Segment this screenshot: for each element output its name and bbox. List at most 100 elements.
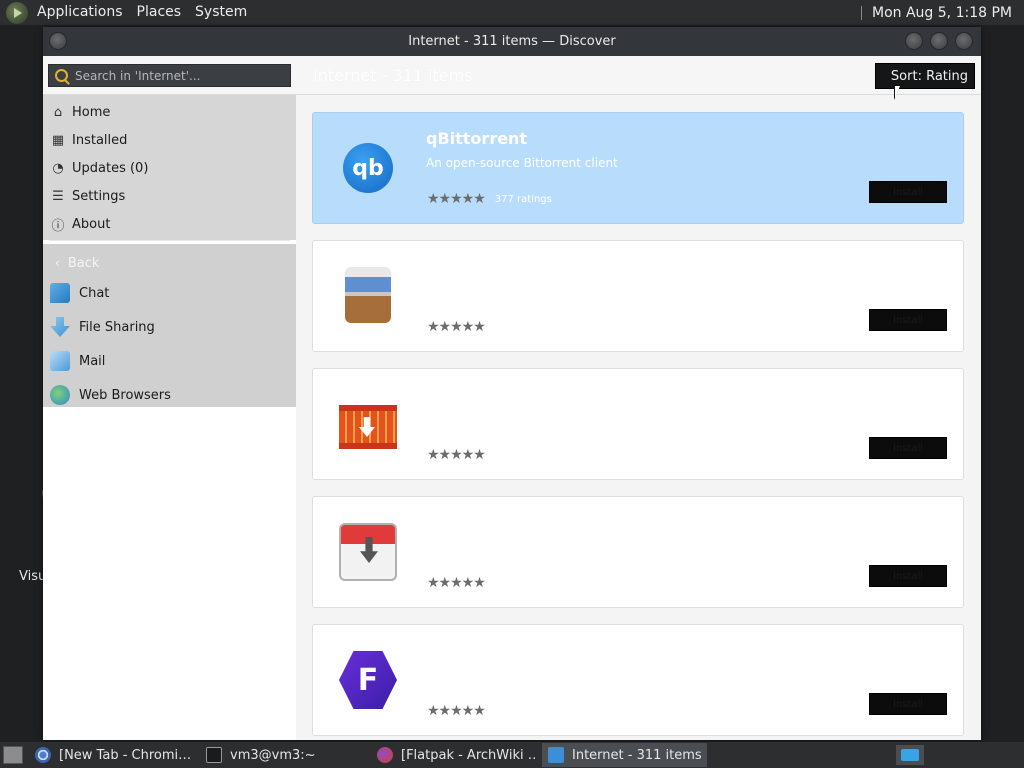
sidebar-item-about[interactable]: ⓘ About bbox=[43, 210, 296, 238]
taskbar-item-chromium[interactable]: [New Tab - Chromi… bbox=[29, 743, 194, 767]
taskbar-item-firefox[interactable]: [Flatpak - ArchWiki … bbox=[371, 743, 536, 767]
clock-text: Mon Aug 5, 1:18 PM bbox=[872, 4, 1012, 21]
taskbar-item-label: [New Tab - Chromi… bbox=[59, 747, 192, 763]
sidebar-item-installed[interactable]: ▦ Installed bbox=[43, 126, 296, 154]
close-button[interactable] bbox=[955, 32, 973, 50]
sidebar-item-updates[interactable]: ◔ Updates (0) bbox=[43, 154, 296, 182]
minimize-button[interactable] bbox=[905, 32, 923, 50]
app-card[interactable]: ★★★★★ Install bbox=[312, 496, 964, 608]
sort-button[interactable]: Sort: Rating bbox=[875, 63, 975, 89]
taskbar: [New Tab - Chromi… vm3@vm3:~ [Flatpak - … bbox=[0, 742, 1024, 768]
category-label: Mail bbox=[79, 353, 106, 369]
panel-separator bbox=[861, 5, 863, 20]
app-rating: ★★★★★ 377 ratings bbox=[427, 191, 552, 207]
taskbar-item-label: vm3@vm3:~ bbox=[230, 747, 316, 763]
window-menu-button[interactable] bbox=[49, 32, 67, 50]
app-store-icon bbox=[345, 267, 391, 323]
app-description: An open-source Bittorrent client bbox=[426, 156, 618, 170]
download-manager-icon bbox=[339, 523, 397, 581]
sidebar-item-label: Installed bbox=[72, 132, 128, 148]
menu-system[interactable]: System bbox=[188, 0, 254, 25]
maximize-button[interactable] bbox=[930, 32, 948, 50]
sidebar-item-label: Updates (0) bbox=[72, 160, 149, 176]
category-label: Chat bbox=[79, 285, 110, 301]
menu-places[interactable]: Places bbox=[130, 0, 189, 25]
workspace-switcher[interactable] bbox=[896, 745, 924, 765]
sort-label: Sort: Rating bbox=[890, 68, 968, 84]
taskbar-item-label: [Flatpak - ArchWiki … bbox=[401, 747, 536, 763]
installed-icon: ▦ bbox=[51, 132, 65, 148]
rating-stars-icon: ★★★★★ bbox=[427, 191, 486, 207]
category-item-chat[interactable]: Chat bbox=[43, 276, 296, 310]
taskbar-item-terminal[interactable]: vm3@vm3:~ bbox=[200, 743, 365, 767]
review-count: 377 ratings bbox=[494, 193, 552, 205]
firefox-icon bbox=[377, 747, 393, 763]
updates-icon: ◔ bbox=[52, 160, 64, 176]
app-card-qbittorrent[interactable]: qb qBittorrent An open-source Bittorrent… bbox=[312, 112, 964, 224]
mouse-cursor-icon bbox=[894, 84, 901, 100]
mail-icon bbox=[50, 351, 70, 371]
back-arrow-icon: ‹ bbox=[55, 256, 60, 270]
app-card[interactable]: ★★★★★ Install bbox=[312, 368, 964, 480]
app-card[interactable]: F ★★★★★ Install bbox=[312, 624, 964, 736]
toolbar: Internet - 311 items Sort: Rating bbox=[43, 56, 981, 95]
sidebar: ⌂ Home ▦ Installed ◔ Updates (0) ☰ Setti… bbox=[43, 95, 296, 740]
taskbar-item-discover[interactable]: Internet - 311 items … bbox=[542, 743, 707, 767]
sidebar-item-label: Home bbox=[72, 104, 111, 120]
sidebar-item-settings[interactable]: ☰ Settings bbox=[43, 182, 296, 210]
app-rating: ★★★★★ bbox=[427, 575, 495, 591]
menu-applications[interactable]: Applications bbox=[30, 0, 130, 25]
sidebar-nav: ⌂ Home ▦ Installed ◔ Updates (0) ☰ Setti… bbox=[43, 95, 296, 240]
discover-window: Internet - 311 items — Discover Internet… bbox=[43, 27, 981, 740]
install-button[interactable]: Install bbox=[869, 693, 947, 715]
category-item-web-browsers[interactable]: Web Browsers bbox=[43, 378, 296, 412]
category-item-mail[interactable]: Mail bbox=[43, 344, 296, 378]
category-label: File Sharing bbox=[79, 319, 155, 335]
show-desktop-button[interactable] bbox=[3, 746, 23, 764]
back-button[interactable]: ‹ Back bbox=[43, 250, 296, 276]
sidebar-item-label: About bbox=[72, 216, 111, 232]
discover-icon bbox=[548, 747, 564, 763]
file-sharing-icon bbox=[50, 317, 70, 337]
install-button[interactable]: Install bbox=[869, 309, 947, 331]
back-label: Back bbox=[67, 255, 100, 271]
rating-stars-icon: ★★★★★ bbox=[427, 319, 486, 335]
hexagon-f-app-icon: F bbox=[339, 651, 397, 709]
install-button[interactable]: Install bbox=[869, 437, 947, 459]
taskbar-item-label: Internet - 311 items … bbox=[572, 747, 707, 763]
distro-logo-icon[interactable] bbox=[6, 1, 28, 24]
app-card[interactable]: ★★★★★ Install bbox=[312, 240, 964, 352]
search-icon bbox=[55, 69, 68, 82]
page-title: Internet - 311 items bbox=[313, 66, 473, 85]
app-rating: ★★★★★ bbox=[427, 703, 495, 719]
info-icon: ⓘ bbox=[51, 218, 65, 234]
chromium-icon bbox=[35, 747, 51, 763]
video-downloader-icon bbox=[339, 405, 397, 449]
settings-icon: ☰ bbox=[52, 188, 64, 204]
app-rating: ★★★★★ bbox=[427, 319, 495, 335]
terminal-icon bbox=[206, 747, 222, 763]
chat-icon bbox=[50, 283, 70, 303]
rating-stars-icon: ★★★★★ bbox=[427, 703, 486, 719]
home-icon: ⌂ bbox=[53, 104, 63, 120]
app-rating: ★★★★★ bbox=[427, 447, 495, 463]
sidebar-item-home[interactable]: ⌂ Home bbox=[43, 98, 296, 126]
top-panel: Applications Places System Mon Aug 5, 1:… bbox=[0, 0, 1024, 25]
download-arrow-icon bbox=[360, 537, 378, 563]
sidebar-item-label: Settings bbox=[72, 188, 126, 204]
install-button[interactable]: Install bbox=[869, 181, 947, 203]
web-browsers-icon bbox=[50, 385, 70, 405]
clock[interactable]: Mon Aug 5, 1:18 PM bbox=[861, 5, 1024, 21]
search-input[interactable] bbox=[75, 68, 285, 83]
category-label: Web Browsers bbox=[79, 387, 171, 403]
install-button[interactable]: Install bbox=[869, 565, 947, 587]
window-titlebar[interactable]: Internet - 311 items — Discover bbox=[43, 27, 981, 56]
rating-stars-icon: ★★★★★ bbox=[427, 447, 486, 463]
download-arrow-icon bbox=[359, 417, 375, 437]
category-item-file-sharing[interactable]: File Sharing bbox=[43, 310, 296, 344]
qbittorrent-icon: qb bbox=[343, 143, 393, 193]
category-list: ‹ Back Chat File Sharing Mail Web Browse… bbox=[43, 244, 296, 407]
search-box[interactable] bbox=[48, 64, 291, 87]
app-list: qb qBittorrent An open-source Bittorrent… bbox=[296, 95, 981, 740]
app-name: qBittorrent bbox=[426, 129, 528, 148]
